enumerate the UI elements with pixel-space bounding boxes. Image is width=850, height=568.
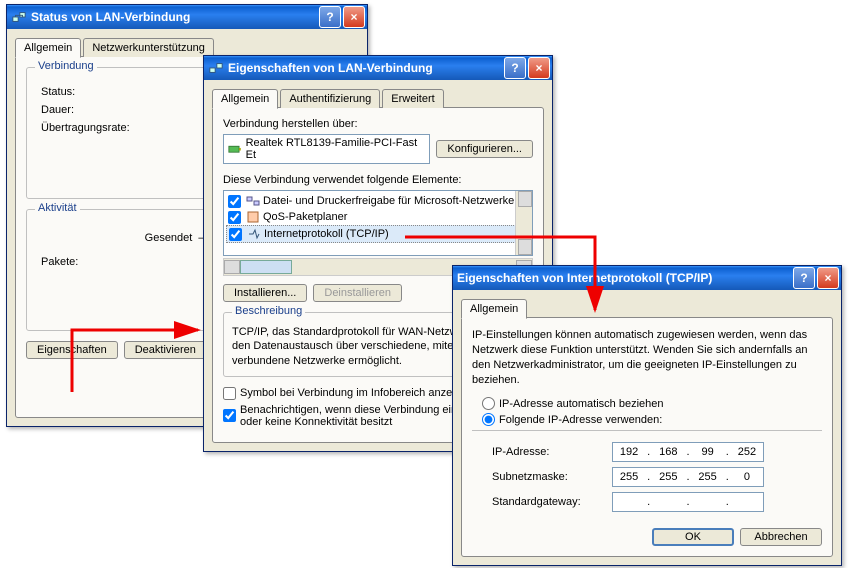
uninstall-button: Deinstallieren [313,284,402,302]
mask-label: Subnetzmaske: [492,471,612,483]
tab-support[interactable]: Netzwerkunterstützung [83,38,214,57]
ip-label: IP-Adresse: [492,446,612,458]
adapter-field: Realtek RTL8139-Familie-PCI-Fast Et [223,134,430,164]
help-button[interactable]: ? [504,57,526,79]
lan-title: Eigenschaften von LAN-Verbindung [228,61,504,75]
status-label: Status: [41,86,75,98]
scrollbar-vertical[interactable] [515,191,532,255]
item-checkbox[interactable] [228,195,241,208]
tcpip-titlebar[interactable]: Eigenschaften von Internetprotokoll (TCP… [453,266,841,290]
properties-button[interactable]: Eigenschaften [26,341,118,359]
items-label: Diese Verbindung verwendet folgende Elem… [223,174,462,186]
tab-advanced[interactable]: Erweitert [382,89,443,108]
network-adapter-icon [208,60,224,76]
configure-button[interactable]: Konfigurieren... [436,140,533,158]
network-status-icon [11,9,27,25]
adapter-name: Realtek RTL8139-Familie-PCI-Fast Et [246,137,426,161]
help-button[interactable]: ? [319,6,341,28]
protocol-icon [247,227,261,241]
tray-icon-checkbox[interactable] [223,387,236,400]
list-item[interactable]: QoS-Paketplaner [226,209,530,225]
subnet-mask-field[interactable]: 255. 255. 255. 0 [612,467,764,487]
tab-general[interactable]: Allgemein [15,38,81,58]
tray-icon-label: Symbol bei Verbindung im Infobereich anz… [240,387,473,399]
close-button[interactable]: × [528,57,550,79]
status-titlebar[interactable]: Status von LAN-Verbindung ? × [7,5,367,29]
close-button[interactable]: × [817,267,839,289]
close-button[interactable]: × [343,6,365,28]
nic-icon [228,142,242,156]
disable-button[interactable]: Deaktivieren [124,341,207,359]
item-label: Internetprotokoll (TCP/IP) [264,228,389,240]
tab-general[interactable]: Allgemein [461,299,527,319]
tab-auth[interactable]: Authentifizierung [280,89,380,108]
gateway-field[interactable]: . . . [612,492,764,512]
group-description-title: Beschreibung [232,305,305,317]
radio-auto[interactable] [482,397,495,410]
status-title: Status von LAN-Verbindung [31,10,319,24]
group-connection-title: Verbindung [35,60,97,72]
notify-checkbox[interactable] [223,409,236,422]
radio-manual-label: Folgende IP-Adresse verwenden: [499,414,662,426]
group-activity-title: Aktivität [35,202,80,214]
help-button[interactable]: ? [793,267,815,289]
list-item-tcpip[interactable]: Internetprotokoll (TCP/IP) [226,225,530,243]
packets-label: Pakete: [41,256,78,268]
service-icon [246,210,260,224]
item-label: QoS-Paketplaner [263,211,347,223]
service-icon [246,194,260,208]
activity-sent-label: Gesendet [145,232,193,246]
tcpip-title: Eigenschaften von Internetprotokoll (TCP… [457,271,793,285]
cancel-button[interactable]: Abbrechen [740,528,822,546]
ip-address-field[interactable]: 192. 168. 99. 252 [612,442,764,462]
speed-label: Übertragungsrate: [41,122,130,134]
item-label: Datei- und Druckerfreigabe für Microsoft… [263,195,514,207]
tab-general[interactable]: Allgemein [212,89,278,109]
list-item[interactable]: Datei- und Druckerfreigabe für Microsoft… [226,193,530,209]
connect-using-label: Verbindung herstellen über: [223,118,358,130]
lan-titlebar[interactable]: Eigenschaften von LAN-Verbindung ? × [204,56,552,80]
ok-button[interactable]: OK [652,528,734,546]
duration-label: Dauer: [41,104,74,116]
tcpip-properties-window: Eigenschaften von Internetprotokoll (TCP… [452,265,842,566]
item-checkbox[interactable] [229,228,242,241]
radio-manual[interactable] [482,413,495,426]
radio-auto-label: IP-Adresse automatisch beziehen [499,398,663,410]
item-checkbox[interactable] [228,211,241,224]
info-text: IP-Einstellungen können automatisch zuge… [472,328,822,387]
gateway-label: Standardgateway: [492,496,612,508]
components-listbox[interactable]: Datei- und Druckerfreigabe für Microsoft… [223,190,533,256]
install-button[interactable]: Installieren... [223,284,307,302]
